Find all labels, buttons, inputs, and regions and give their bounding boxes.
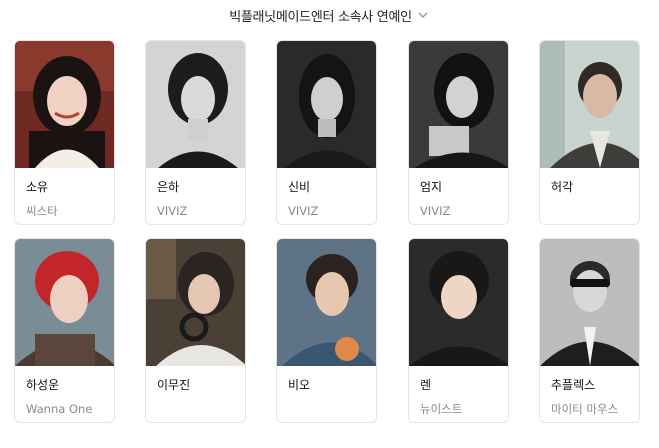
artist-group: 마이티 마우스 [551,402,619,416]
section-header[interactable]: 빅플래닛메이드엔터 소속사 연예인 [0,5,659,25]
artist-name: 이무진 [157,378,191,392]
artist-name: 하성운 [26,378,60,392]
artist-photo [15,239,114,366]
artist-name: 허각 [551,180,574,194]
artist-name: 렌 [420,378,432,392]
artist-name: 소유 [26,180,49,194]
artist-photo [409,239,508,366]
artist-card[interactable]: 소유 씨스타 [14,40,115,225]
artist-group: VIVIZ [420,204,451,218]
artist-group: VIVIZ [288,204,319,218]
artist-card[interactable]: 추플렉스 마이티 마우스 [539,238,640,423]
artist-photo [409,41,508,168]
artist-photo [540,239,639,366]
artist-card[interactable]: 신비 VIVIZ [276,40,377,225]
artist-card[interactable]: 비오 [276,238,377,423]
artist-card[interactable]: 허각 [539,40,640,225]
artist-photo [540,41,639,168]
artist-name: 추플렉스 [551,378,596,392]
artist-photo [146,41,245,168]
artist-photo [277,239,376,366]
artist-name: 신비 [288,180,311,194]
chevron-down-icon[interactable] [416,8,430,22]
artist-card[interactable]: 이무진 [145,238,246,423]
artist-name: 엄지 [420,180,443,194]
artist-photo [146,239,245,366]
artist-card[interactable]: 엄지 VIVIZ [408,40,509,225]
artist-group: 씨스타 [26,204,58,218]
artist-photo [15,41,114,168]
artist-card[interactable]: 하성운 Wanna One [14,238,115,423]
artist-name: 은하 [157,180,180,194]
artist-photo [277,41,376,168]
artist-group: Wanna One [26,402,93,416]
artist-card[interactable]: 은하 VIVIZ [145,40,246,225]
section-title: 빅플래닛메이드엔터 소속사 연예인 [229,9,412,25]
artist-group: 뉴이스트 [420,402,463,416]
artist-name: 비오 [288,378,311,392]
artist-group: VIVIZ [157,204,188,218]
artist-card[interactable]: 렌 뉴이스트 [408,238,509,423]
